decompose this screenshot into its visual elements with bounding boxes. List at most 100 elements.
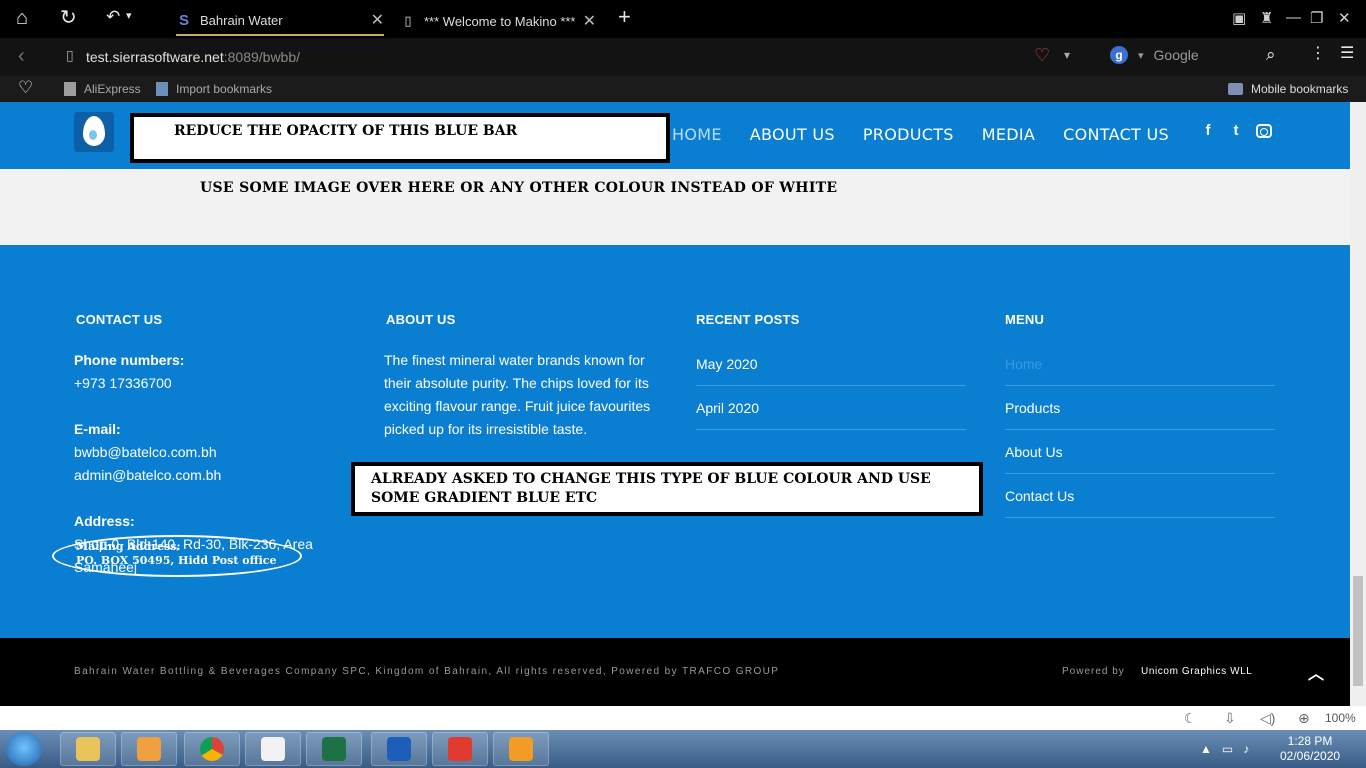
reload-icon[interactable]: ↻ — [60, 8, 77, 28]
email-1[interactable]: bwbb@batelco.com.bh — [74, 441, 354, 464]
annotation-text-line-2: SOME GRADIENT BLUE ETC — [371, 490, 598, 506]
mobile-bookmarks[interactable]: Mobile bookmarks — [1228, 82, 1348, 96]
annotation-blue-bar: REDUCE THE OPACITY OF THIS BLUE BAR — [130, 113, 670, 163]
browser-tab-bar: ⌂ ↻ ↶ ▾ S Bahrain Water ✕ ▯ *** Welcome … — [0, 0, 1366, 38]
tab-title: *** Welcome to Makino *** — [424, 13, 576, 29]
search-engine-label: Google — [1153, 47, 1199, 63]
site-footer: CONTACT US Phone numbers: +973 17336700 … — [0, 245, 1350, 638]
nav-media[interactable]: MEDIA — [982, 125, 1035, 144]
home-icon[interactable]: ⌂ — [16, 8, 28, 28]
system-tray: ▲ ▭ ♪ — [1200, 730, 1249, 768]
tab-makino[interactable]: ▯ *** Welcome to Makino *** ✕ — [400, 6, 596, 36]
excel-icon — [322, 737, 346, 761]
zoom-icon[interactable]: ⊕ — [1298, 710, 1310, 727]
bookmark-label: AliExpress — [84, 82, 141, 96]
heart-icon[interactable]: ♡ — [18, 79, 33, 96]
chrome-icon — [200, 737, 224, 761]
taskbar-tally[interactable] — [245, 732, 301, 766]
start-button[interactable] — [6, 732, 42, 766]
footer-contact-title: CONTACT US — [76, 312, 163, 327]
close-window-icon[interactable]: ✕ — [1338, 9, 1351, 27]
show-hidden-icons-icon[interactable]: ▲ — [1200, 742, 1212, 756]
heart-icon[interactable]: ♡ — [1034, 46, 1050, 64]
clock-time: 1:28 PM — [1287, 734, 1333, 748]
copyright-text: Bahrain Water Bottling & Beverages Compa… — [74, 666, 780, 677]
mailing-value: PO. BOX 50495, Hidd Post office — [76, 554, 277, 567]
page-scrollbar[interactable] — [1350, 102, 1366, 706]
main-nav: HOME ABOUT US PRODUCTS MEDIA CONTACT US — [672, 125, 1169, 144]
page-info-icon[interactable]: ▯ — [66, 48, 74, 62]
taskbar-excel[interactable] — [306, 732, 362, 766]
minimize-icon[interactable]: — — [1286, 9, 1301, 26]
speaker-icon[interactable]: ♪ — [1243, 742, 1249, 756]
powered-by-company[interactable]: Unicom Graphics WLL — [1141, 666, 1252, 677]
taskbar-explorer[interactable] — [60, 732, 116, 766]
nav-products[interactable]: PRODUCTS — [863, 125, 954, 144]
url-field[interactable]: test.sierrasoftware.net:8089/bwbb/ — [86, 49, 300, 65]
footer-about-title: ABOUT US — [386, 312, 456, 327]
search-engine-selector[interactable]: g ▾ Google — [1110, 46, 1199, 64]
folder-icon — [76, 737, 100, 761]
taskbar-clock[interactable]: 1:28 PM 02/06/2020 — [1280, 734, 1340, 764]
sierra-s-icon: S — [178, 11, 189, 29]
footer-menu-title: MENU — [1005, 312, 1045, 327]
new-tab-icon[interactable]: + — [618, 6, 631, 28]
email-2[interactable]: admin@batelco.com.bh — [74, 464, 354, 487]
menu-item-contact-us[interactable]: Contact Us — [1005, 474, 1275, 518]
taskbar-media-player[interactable] — [121, 732, 177, 766]
nav-contact-us[interactable]: CONTACT US — [1063, 125, 1169, 144]
post-item[interactable]: May 2020 — [696, 342, 966, 386]
scroll-to-top-icon[interactable]: ︿ — [1308, 660, 1325, 684]
taskbar-chrome[interactable] — [184, 732, 240, 766]
mailing-label: Mailing Address: — [76, 540, 181, 553]
taskbar-uc-browser[interactable] — [493, 732, 549, 766]
nav-home[interactable]: HOME — [672, 125, 722, 144]
back-icon[interactable]: ‹ — [18, 46, 25, 66]
more-options-icon[interactable]: ⋮ — [1310, 46, 1326, 62]
close-tab-icon[interactable]: ✕ — [371, 10, 384, 30]
menu-item-home[interactable]: Home — [1005, 342, 1275, 386]
menu-item-products[interactable]: Products — [1005, 386, 1275, 430]
site-logo[interactable] — [74, 112, 114, 152]
scrollbar-thumb[interactable] — [1353, 576, 1363, 686]
taskbar-outlook[interactable] — [371, 732, 427, 766]
night-mode-icon[interactable]: ☾ — [1184, 710, 1197, 727]
sidebar-icon[interactable]: ☰ — [1340, 46, 1354, 62]
download-icon[interactable]: ⇩ — [1224, 710, 1236, 727]
instagram-icon[interactable] — [1256, 124, 1272, 138]
search-icon[interactable]: ⌕ — [1266, 46, 1276, 63]
chevron-down-icon[interactable]: ▾ — [1064, 49, 1070, 61]
menu-item-about-us[interactable]: About Us — [1005, 430, 1275, 474]
import-icon — [156, 82, 168, 96]
web-page: HOME ABOUT US PRODUCTS MEDIA CONTACT US … — [0, 102, 1350, 706]
close-tab-icon[interactable]: ✕ — [583, 11, 596, 31]
chevron-down-icon[interactable]: ▾ — [126, 11, 132, 22]
outlook-icon — [387, 737, 411, 761]
download-manager-icon — [448, 737, 472, 761]
nav-about-us[interactable]: ABOUT US — [750, 125, 835, 144]
maximize-icon[interactable]: ❐ — [1310, 9, 1323, 27]
network-icon[interactable]: ▭ — [1222, 742, 1233, 756]
bookmark-label: Mobile bookmarks — [1251, 82, 1349, 96]
bookmarks-bar: ♡ AliExpress Import bookmarks Mobile boo… — [0, 76, 1366, 102]
chevron-down-icon: ▾ — [1138, 49, 1144, 62]
bookmark-label: Import bookmarks — [176, 82, 273, 96]
bookmark-aliexpress[interactable]: AliExpress — [64, 82, 141, 96]
extensions-icon[interactable]: ♜ — [1260, 9, 1273, 27]
post-item[interactable]: April 2020 — [696, 386, 966, 430]
taskbar-downloader[interactable] — [432, 732, 488, 766]
footer-recent-posts-title: RECENT POSTS — [696, 312, 800, 327]
footer-about-text: The finest mineral water brands known fo… — [384, 352, 651, 437]
bookmark-import[interactable]: Import bookmarks — [156, 82, 272, 96]
os-taskbar: ▲ ▭ ♪ 1:28 PM 02/06/2020 — [0, 730, 1366, 768]
zoom-level[interactable]: 100% — [1325, 711, 1356, 725]
address-label: Address: — [74, 513, 135, 529]
social-links: f t — [1200, 122, 1272, 139]
tab-bahrain-water[interactable]: S Bahrain Water ✕ — [176, 6, 384, 36]
volume-icon[interactable]: ◁) — [1260, 710, 1275, 727]
annotation-text: REDUCE THE OPACITY OF THIS BLUE BAR — [174, 123, 518, 139]
tab-overview-icon[interactable]: ▣ — [1232, 9, 1246, 27]
twitter-icon[interactable]: t — [1228, 122, 1244, 139]
undo-icon[interactable]: ↶ — [106, 8, 120, 25]
facebook-icon[interactable]: f — [1200, 122, 1216, 139]
